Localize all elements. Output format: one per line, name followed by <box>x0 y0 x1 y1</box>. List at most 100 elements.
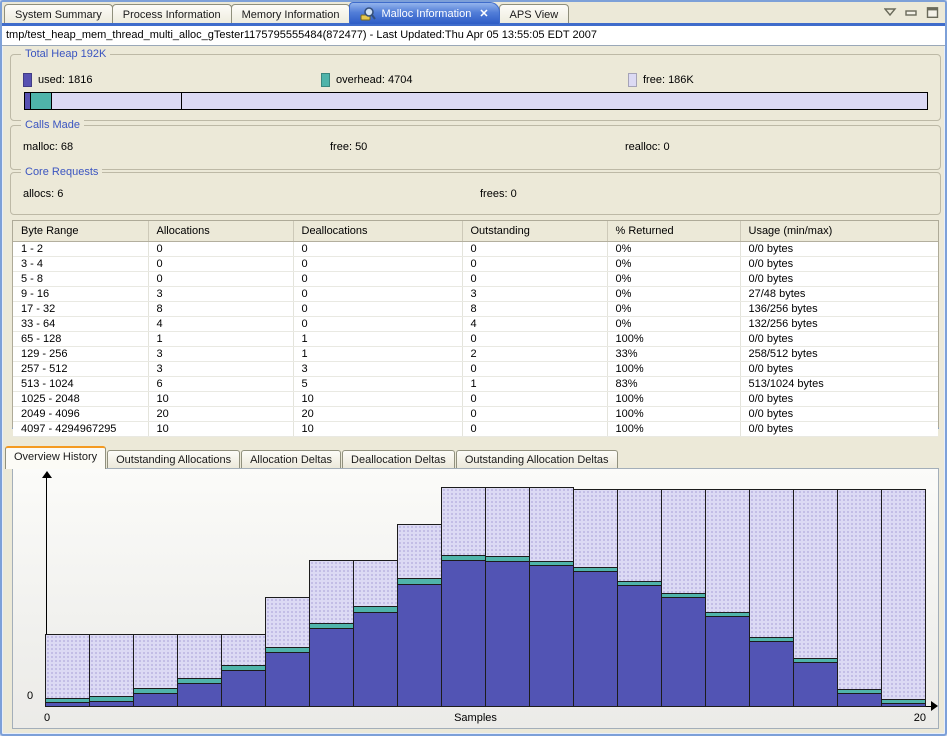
table-cell: 1 <box>293 347 462 362</box>
table-cell: 5 - 8 <box>13 272 148 287</box>
table-row[interactable]: 1025 - 204810100100%0/0 bytes <box>13 392 938 407</box>
chart-tab-overview-history[interactable]: Overview History <box>5 446 106 469</box>
bar-segment-used <box>661 597 706 707</box>
chart-tab-outstanding-allocations[interactable]: Outstanding Allocations <box>107 450 240 470</box>
table-cell: 0% <box>607 317 740 332</box>
table-cell: 513/1024 bytes <box>740 377 938 392</box>
y-axis-arrow <box>42 471 52 478</box>
column-header-deallocations[interactable]: Deallocations <box>293 221 462 242</box>
table-cell: 132/256 bytes <box>740 317 938 332</box>
tab-label: System Summary <box>15 9 102 21</box>
legend-overhead-swatch <box>321 73 330 87</box>
table-cell: 3 <box>293 362 462 377</box>
tab-aps-view[interactable]: APS View <box>499 4 570 25</box>
table-cell: 0% <box>607 302 740 317</box>
close-tab-icon[interactable]: ✕ <box>479 7 488 20</box>
heap-segment-free <box>52 93 182 109</box>
column-header-byte-range[interactable]: Byte Range <box>13 221 148 242</box>
view-menu-icon[interactable] <box>884 5 897 16</box>
sample-bar <box>89 635 134 707</box>
table-cell: 0/0 bytes <box>740 407 938 422</box>
table-cell: 258/512 bytes <box>740 347 938 362</box>
legend-used: used: 1816 <box>23 73 92 87</box>
bar-segment-used <box>89 701 134 707</box>
column-header--returned[interactable]: % Returned <box>607 221 740 242</box>
bar-segment-used <box>881 703 926 707</box>
table-cell: 65 - 128 <box>13 332 148 347</box>
table-row[interactable]: 33 - 644040%132/256 bytes <box>13 317 938 332</box>
sample-bar <box>133 635 178 707</box>
tab-system-summary[interactable]: System Summary <box>4 4 113 25</box>
table-cell: 17 - 32 <box>13 302 148 317</box>
bar-segment-used <box>573 571 618 707</box>
table-row[interactable]: 9 - 163030%27/48 bytes <box>13 287 938 302</box>
view-tabs: System Summary Process InformationMemory … <box>2 2 945 24</box>
table-row[interactable]: 513 - 102465183%513/1024 bytes <box>13 377 938 392</box>
table-cell: 33% <box>607 347 740 362</box>
table-cell: 0 <box>462 407 607 422</box>
bar-segment-used <box>177 683 222 707</box>
column-header-outstanding[interactable]: Outstanding <box>462 221 607 242</box>
table-row[interactable]: 1 - 20000%0/0 bytes <box>13 242 938 257</box>
bar-segment-free <box>881 489 926 700</box>
view-toolbar <box>884 5 939 16</box>
table-row[interactable]: 257 - 512330100%0/0 bytes <box>13 362 938 377</box>
table-row[interactable]: 3 - 40000%0/0 bytes <box>13 257 938 272</box>
column-header-allocations[interactable]: Allocations <box>148 221 293 242</box>
total-heap-title: Total Heap 192K <box>21 48 110 60</box>
chart-tab-deallocation-deltas[interactable]: Deallocation Deltas <box>342 450 455 470</box>
bar-segment-used <box>749 641 794 707</box>
table-cell: 5 <box>293 377 462 392</box>
chart-tab-allocation-deltas[interactable]: Allocation Deltas <box>241 450 341 470</box>
table-cell: 0 <box>293 272 462 287</box>
table-cell: 3 <box>462 287 607 302</box>
table-cell: 129 - 256 <box>13 347 148 362</box>
calls-made-group: Calls Made malloc: 68free: 50realloc: 0 <box>10 125 941 170</box>
table-cell: 27/48 bytes <box>740 287 938 302</box>
table-cell: 2 <box>462 347 607 362</box>
table-cell: 136/256 bytes <box>740 302 938 317</box>
table-row[interactable]: 17 - 328080%136/256 bytes <box>13 302 938 317</box>
legend-free-label: free: 186K <box>643 74 694 86</box>
table-row[interactable]: 5 - 80000%0/0 bytes <box>13 272 938 287</box>
table-cell: 100% <box>607 332 740 347</box>
chart-tab-outstanding-allocation-deltas[interactable]: Outstanding Allocation Deltas <box>456 450 618 470</box>
legend-overhead-label: overhead: 4704 <box>336 74 412 86</box>
sample-bar <box>45 635 90 707</box>
tab-memory-information[interactable]: Memory Information <box>231 4 351 25</box>
minimize-icon[interactable] <box>905 5 918 16</box>
table-cell: 0/0 bytes <box>740 422 938 437</box>
overview-history-chart: 0 0 Samples 20 <box>12 468 939 729</box>
table-cell: 20 <box>148 407 293 422</box>
byte-range-table: Byte RangeAllocationsDeallocationsOutsta… <box>12 220 939 429</box>
bar-segment-free <box>441 487 486 556</box>
maximize-icon[interactable] <box>926 5 939 16</box>
bar-segment-used <box>793 662 838 707</box>
table-cell: 0 <box>293 287 462 302</box>
table-row[interactable]: 65 - 128110100%0/0 bytes <box>13 332 938 347</box>
bar-segment-used <box>705 616 750 707</box>
chart-tab-bar: Overview HistoryOutstanding AllocationsA… <box>4 446 618 467</box>
bar-segment-free <box>617 489 662 582</box>
table-cell: 0 <box>293 302 462 317</box>
sample-bar <box>221 635 266 707</box>
table-cell: 8 <box>148 302 293 317</box>
sample-bar <box>265 598 310 707</box>
legend-overhead: overhead: 4704 <box>321 73 412 87</box>
tab-process-information[interactable]: Process Information <box>112 4 232 25</box>
table-cell: 0 <box>293 242 462 257</box>
sample-bar <box>881 490 926 707</box>
table-row[interactable]: 4097 - 429496729510100100%0/0 bytes <box>13 422 938 437</box>
x-axis-tick-20: 20 <box>914 712 926 724</box>
heap-usage-bar <box>24 92 928 110</box>
table-cell: 2049 - 4096 <box>13 407 148 422</box>
stat-malloc: malloc: 68 <box>23 141 73 153</box>
table-row[interactable]: 129 - 25631233%258/512 bytes <box>13 347 938 362</box>
sample-bar <box>309 561 354 707</box>
bar-segment-free <box>133 634 178 689</box>
tab-malloc-information[interactable]: Malloc Information✕ <box>349 2 499 24</box>
column-header-usage-min-max-[interactable]: Usage (min/max) <box>740 221 938 242</box>
legend-used-label: used: 1816 <box>38 74 92 86</box>
table-row[interactable]: 2049 - 409620200100%0/0 bytes <box>13 407 938 422</box>
table-cell: 0 <box>293 257 462 272</box>
